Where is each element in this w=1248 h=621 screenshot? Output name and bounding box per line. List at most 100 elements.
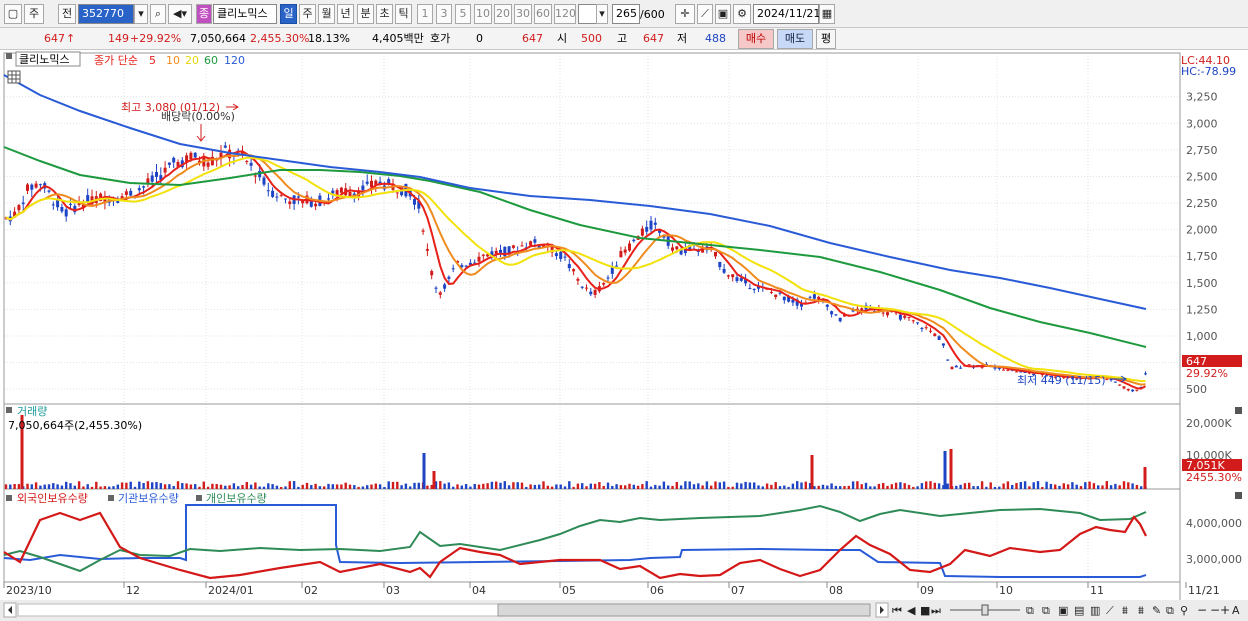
line-tool-icon[interactable]: ⟋ <box>697 4 713 24</box>
font-size-icon[interactable]: A <box>1232 604 1240 617</box>
top-toolbar: ▢ 주 전 352770 ▾ ⌕ ◀▾ 종 클리노믹스 일 주 월 년 분 초 … <box>0 0 1248 28</box>
window-icon[interactable]: ▢ <box>4 4 22 24</box>
chevron-down-icon[interactable]: ▾ <box>596 4 608 24</box>
zoom-icon[interactable]: ⚲ <box>1180 604 1188 617</box>
period-second[interactable]: 초 <box>376 4 393 24</box>
legend-handle-icon[interactable] <box>6 53 12 59</box>
layout-icon[interactable]: ⧉ <box>1026 604 1034 617</box>
search-icon[interactable]: ⌕ <box>150 4 166 24</box>
market-tab[interactable]: 주 <box>24 4 44 24</box>
stock-code-input[interactable]: 352770 <box>78 4 134 24</box>
candle-body <box>886 312 889 316</box>
retail-handle-icon[interactable] <box>196 495 202 501</box>
gear-icon[interactable]: ⚙ <box>733 4 751 24</box>
volume-bar <box>129 481 132 489</box>
interval-20[interactable]: 20 <box>494 4 512 24</box>
period-week[interactable]: 주 <box>299 4 316 24</box>
scrollbar-thumb[interactable] <box>497 603 871 617</box>
candle-body <box>1002 369 1006 371</box>
avg-button[interactable]: 평 <box>816 29 836 49</box>
volume-bar <box>447 482 451 489</box>
volume-bar <box>847 485 850 489</box>
table-icon[interactable] <box>7 70 21 84</box>
copy-icon[interactable]: ⧉ <box>1166 604 1174 617</box>
interval-1[interactable]: 1 <box>417 4 433 24</box>
x-axis-label: 12 <box>126 584 140 597</box>
split-icon[interactable]: ⧉ <box>1042 604 1050 617</box>
zoom-reset-icon[interactable]: − <box>1210 603 1220 617</box>
zoom-slider-handle[interactable] <box>981 604 989 616</box>
prev-tab[interactable]: 전 <box>58 4 76 24</box>
crop-icon[interactable]: ▣ <box>1058 604 1068 617</box>
x-axis-label: 11 <box>1090 584 1104 597</box>
save-icon[interactable]: ▣ <box>715 4 731 24</box>
volume-bar <box>1131 483 1134 489</box>
rewind-icon[interactable]: ⏮ <box>892 604 902 617</box>
volume-bar <box>826 485 829 489</box>
interval-3[interactable]: 3 <box>436 4 452 24</box>
candle-body <box>47 190 51 192</box>
stop-icon[interactable]: ■ <box>920 604 930 617</box>
interval-60[interactable]: 60 <box>534 4 552 24</box>
volume-bar <box>267 483 270 489</box>
holding-handle-icon[interactable] <box>6 495 12 501</box>
inst-handle-icon[interactable] <box>108 495 114 501</box>
fib-icon[interactable]: ⩩ <box>1122 604 1128 617</box>
text-tool-icon[interactable]: ⩩ <box>1138 604 1144 617</box>
candle-body <box>142 186 146 188</box>
scrollbar-track[interactable] <box>17 603 499 617</box>
speaker-icon[interactable]: ◀▾ <box>168 4 192 24</box>
volume-close-icon[interactable] <box>1235 407 1242 414</box>
pencil-icon[interactable]: ✎ <box>1152 604 1161 617</box>
price-axis-label: 3,250 <box>1186 91 1218 104</box>
period-year[interactable]: 년 <box>337 4 354 24</box>
period-day[interactable]: 일 <box>280 4 297 24</box>
candle-body <box>937 336 941 340</box>
period-tick[interactable]: 틱 <box>395 4 412 24</box>
volume-bar <box>503 481 506 489</box>
volume-bar <box>146 481 150 489</box>
forward-icon[interactable]: ⏭ <box>931 604 941 617</box>
candle-body <box>451 268 455 270</box>
volume-bar <box>142 483 145 489</box>
sell-button[interactable]: 매도 <box>777 29 813 49</box>
chevron-down-icon[interactable]: ▾ <box>134 4 148 24</box>
stock-chart[interactable]: 3,250 3,000 2,750 2,500 2,250 2,000 1,750 1,500… <box>0 50 1248 621</box>
zoom-out-icon[interactable]: − <box>1197 603 1207 617</box>
count-input[interactable]: 265 <box>612 4 640 24</box>
trend-icon[interactable]: ⟋ <box>1106 604 1114 617</box>
indicator-icon[interactable]: ▥ <box>1090 604 1100 617</box>
volume-bar <box>391 481 395 489</box>
buy-button[interactable]: 매수 <box>738 29 774 49</box>
volume-axis-20000k: 20,000K <box>1186 417 1232 430</box>
candle-body <box>150 175 154 182</box>
interval-10[interactable]: 10 <box>474 4 492 24</box>
period-month[interactable]: 월 <box>318 4 335 24</box>
zoom-in-icon[interactable]: + <box>1220 603 1230 617</box>
candle-body <box>26 184 29 191</box>
volume-bar <box>426 485 429 489</box>
interval-30[interactable]: 30 <box>514 4 532 24</box>
volume-bar <box>374 483 377 489</box>
volume-handle-icon[interactable] <box>6 407 12 413</box>
interval-120[interactable]: 120 <box>554 4 576 24</box>
volume-bar <box>748 482 752 489</box>
volume-bar <box>744 481 747 489</box>
back-icon[interactable]: ◀ <box>907 604 916 617</box>
volume-bar <box>1049 483 1053 489</box>
volume-bar <box>1118 485 1121 489</box>
period-minute[interactable]: 분 <box>357 4 374 24</box>
open-price: 500 <box>581 32 602 45</box>
volume-bar <box>151 482 154 489</box>
holding-close-icon[interactable] <box>1235 492 1242 499</box>
calendar-icon[interactable]: ▦ <box>819 4 835 24</box>
crosshair-icon[interactable]: ✛ <box>675 4 695 24</box>
interval-5[interactable]: 5 <box>455 4 471 24</box>
date-input[interactable]: 2024/11/21 <box>753 4 820 24</box>
volume-bar <box>370 484 373 489</box>
stock-name[interactable]: 클리노믹스 <box>213 4 277 24</box>
volume-bar <box>237 486 240 489</box>
zoom-box-icon[interactable]: ▤ <box>1074 604 1084 617</box>
volume-bar <box>525 486 528 489</box>
volume-bar <box>189 484 193 489</box>
